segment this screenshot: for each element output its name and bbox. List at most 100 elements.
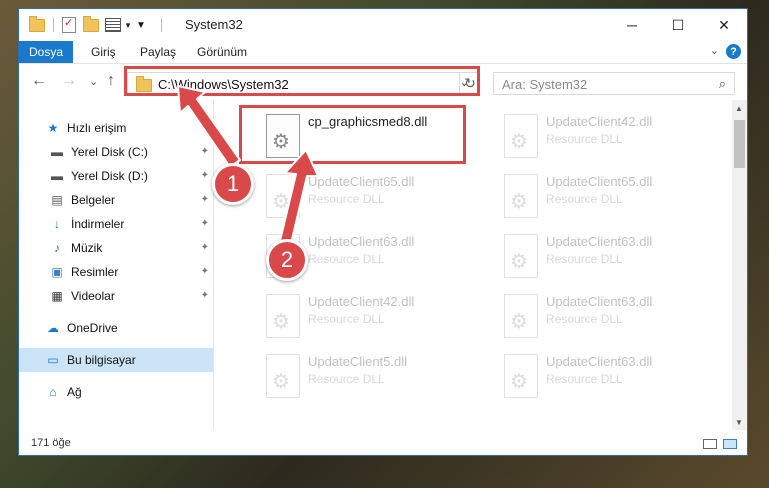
- tab-home[interactable]: Giriş: [91, 45, 116, 59]
- up-button[interactable]: ↑: [107, 72, 115, 90]
- file-type: Resource DLL: [308, 252, 385, 266]
- back-button[interactable]: ←: [31, 72, 47, 90]
- scroll-up-icon[interactable]: ▲: [735, 104, 743, 113]
- tab-file[interactable]: Dosya: [19, 41, 73, 63]
- minimize-button[interactable]: ─: [609, 9, 655, 41]
- folder-icon: [29, 15, 45, 33]
- file-item[interactable]: UpdateClient63.dll Resource DLL: [496, 290, 716, 346]
- pictures-icon: ▣: [51, 265, 63, 279]
- recent-locations-button[interactable]: ⌄: [89, 75, 98, 88]
- large-icons-view-icon[interactable]: [723, 439, 737, 449]
- sidebar-item[interactable]: ▤ Belgeler ✦: [19, 188, 213, 212]
- file-item[interactable]: UpdateClient42.dll Resource DLL: [258, 290, 478, 346]
- dll-file-icon: [504, 294, 538, 338]
- file-type: Resource DLL: [308, 312, 385, 326]
- pin-icon[interactable]: ✦: [201, 218, 209, 229]
- title-bar: ▾ ▼ System32 ─ ☐ ✕: [19, 9, 747, 41]
- computer-icon: ▭: [47, 353, 59, 367]
- maximize-button[interactable]: ☐: [655, 9, 701, 41]
- item-count: 171 öğe: [31, 437, 71, 449]
- customize-arrow-icon[interactable]: ▾: [123, 17, 133, 33]
- file-highlight-box: [239, 105, 466, 164]
- sidebar-item[interactable]: ♪ Müzik ✦: [19, 236, 213, 260]
- sidebar-item-label: Ağ: [67, 385, 82, 399]
- dll-file-icon: [504, 114, 538, 158]
- sidebar-item[interactable]: ⌂ Ağ: [19, 380, 213, 404]
- file-item[interactable]: UpdateClient65.dll Resource DLL: [496, 170, 716, 226]
- pin-icon[interactable]: ✦: [201, 194, 209, 205]
- sidebar-item[interactable]: ▣ Resimler ✦: [19, 260, 213, 284]
- download-icon: ↓: [54, 217, 60, 231]
- file-name: UpdateClient63.dll: [308, 234, 415, 249]
- drive-icon: ▬: [51, 145, 63, 159]
- file-name: UpdateClient63.dll: [546, 294, 653, 309]
- tab-share[interactable]: Paylaş: [140, 45, 176, 59]
- file-item[interactable]: UpdateClient65.dll Resource DLL: [258, 170, 478, 226]
- scroll-down-icon[interactable]: ▼: [735, 418, 743, 427]
- pin-icon[interactable]: ✦: [201, 266, 209, 277]
- step-2-badge: 2: [266, 239, 308, 281]
- star-icon: ★: [47, 121, 59, 135]
- dll-file-icon: [504, 354, 538, 398]
- step-1-badge: 1: [212, 163, 254, 205]
- dll-file-icon: [266, 294, 300, 338]
- sidebar-item-label: Müzik: [71, 241, 103, 255]
- separator: [51, 17, 55, 33]
- file-name: UpdateClient63.dll: [546, 234, 653, 249]
- sidebar-item-label: İndirmeler: [71, 217, 125, 231]
- sidebar-item[interactable]: ★ Hızlı erişim: [19, 116, 213, 140]
- sidebar-item[interactable]: ↓ İndirmeler ✦: [19, 212, 213, 236]
- file-type: Resource DLL: [308, 372, 385, 386]
- forward-button[interactable]: →: [61, 72, 77, 90]
- search-box[interactable]: Ara: System32 ⌕: [493, 72, 735, 95]
- properties-icon[interactable]: [61, 16, 77, 33]
- help-icon[interactable]: ?: [726, 44, 741, 59]
- sidebar-item[interactable]: ☁ OneDrive: [19, 316, 213, 340]
- vertical-scrollbar[interactable]: ▲ ▼: [732, 100, 747, 430]
- sidebar-item-label: Yerel Disk (C:): [71, 145, 148, 159]
- pin-icon[interactable]: ✦: [201, 146, 209, 157]
- search-placeholder[interactable]: Ara: System32: [502, 77, 587, 92]
- view-icon[interactable]: [105, 17, 121, 33]
- file-item[interactable]: UpdateClient42.dll Resource DLL: [496, 110, 716, 166]
- pin-icon[interactable]: ✦: [201, 290, 209, 301]
- search-icon[interactable]: ⌕: [719, 76, 726, 92]
- tab-view[interactable]: Görünüm: [197, 45, 247, 59]
- ribbon: Dosya Giriş Paylaş Görünüm ⌄ ?: [19, 41, 747, 64]
- status-bar: 171 öğe: [19, 430, 747, 455]
- window-title: System32: [185, 17, 243, 32]
- pin-icon[interactable]: ✦: [201, 170, 209, 181]
- sidebar-item-label: Bu bilgisayar: [67, 353, 136, 367]
- sidebar-item-label: Hızlı erişim: [67, 121, 127, 135]
- drive-icon: ▬: [51, 169, 63, 183]
- documents-icon: ▤: [51, 193, 63, 207]
- file-item[interactable]: UpdateClient63.dll Resource DLL: [496, 230, 716, 286]
- address-highlight-box: [124, 66, 480, 96]
- separator: [159, 17, 163, 33]
- sidebar-item[interactable]: ▭ Bu bilgisayar: [19, 348, 213, 372]
- sidebar-item-label: Belgeler: [71, 193, 116, 207]
- file-type: Resource DLL: [546, 252, 623, 266]
- sidebar-item[interactable]: ▦ Videolar ✦: [19, 284, 213, 308]
- videos-icon: ▦: [51, 289, 63, 303]
- sidebar-item-label: OneDrive: [67, 321, 118, 335]
- navigation-pane: ★ Hızlı erişim ▬ Yerel Disk (C:) ✦ ▬ Yerel Dis…: [19, 100, 214, 430]
- dll-file-icon: [266, 354, 300, 398]
- sidebar-item[interactable]: ▬ Yerel Disk (C:) ✦: [19, 140, 213, 164]
- file-name: UpdateClient65.dll: [308, 174, 415, 189]
- expand-ribbon-icon[interactable]: ⌄: [710, 44, 719, 57]
- quick-access-dropdown-icon[interactable]: ▼: [135, 17, 147, 33]
- sidebar-item-label: Resimler: [71, 265, 119, 279]
- file-item[interactable]: UpdateClient5.dll Resource DLL: [258, 350, 478, 406]
- new-folder-icon[interactable]: [83, 15, 99, 33]
- sidebar-item[interactable]: ▬ Yerel Disk (D:) ✦: [19, 164, 213, 188]
- scrollbar-thumb[interactable]: [734, 120, 745, 168]
- cloud-icon: ☁: [47, 321, 59, 335]
- file-item[interactable]: UpdateClient63.dll Resource DLL: [496, 350, 716, 406]
- close-button[interactable]: ✕: [701, 9, 747, 41]
- pin-icon[interactable]: ✦: [201, 242, 209, 253]
- dll-file-icon: [504, 174, 538, 218]
- music-icon: ♪: [54, 241, 60, 255]
- details-view-icon[interactable]: [703, 439, 717, 449]
- file-type: Resource DLL: [308, 192, 385, 206]
